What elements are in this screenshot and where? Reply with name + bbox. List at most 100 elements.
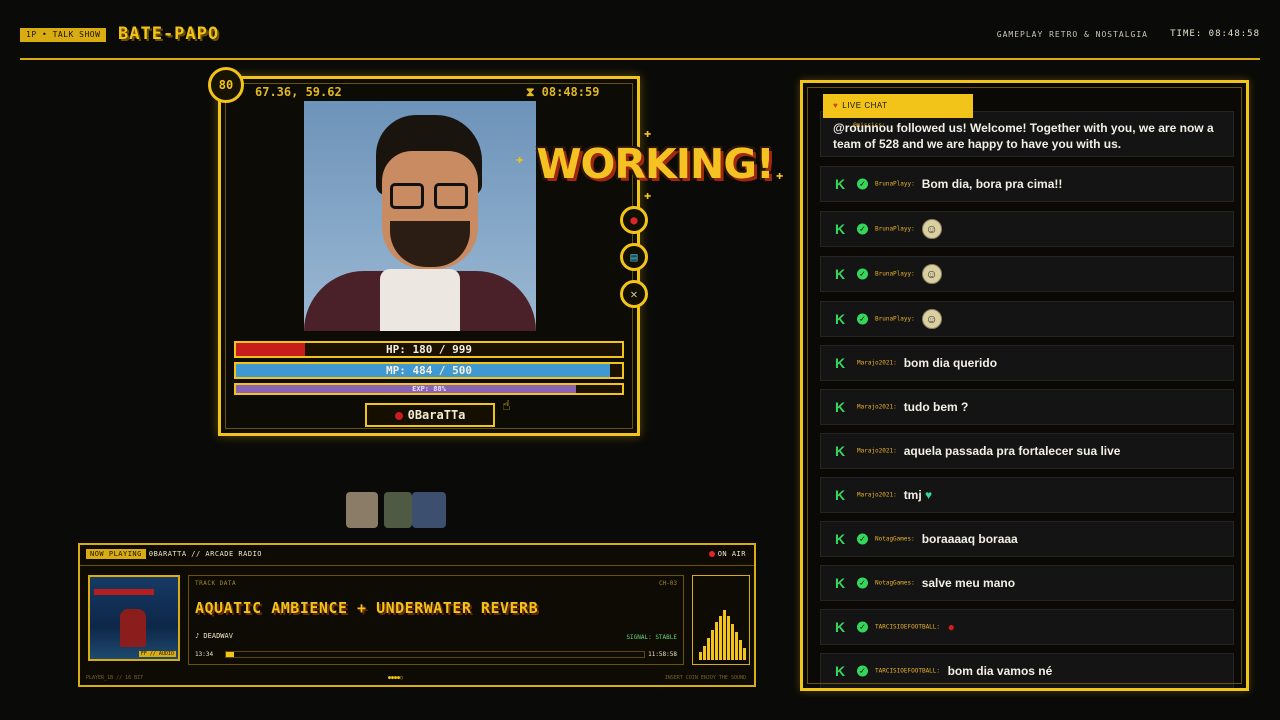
verified-icon: ✓ <box>857 621 868 633</box>
track-data-label: TRACK DATA <box>195 580 237 587</box>
verified-icon: ✓ <box>857 665 868 677</box>
working-banner: WORKING! <box>536 140 774 188</box>
exp-label: EXP: 88% <box>412 385 446 393</box>
chat-username[interactable]: BrunaPlayy: <box>875 226 915 233</box>
sparkle-icon: ✚ <box>644 188 652 202</box>
chat-text-content: tmj <box>903 488 922 502</box>
swords-button[interactable]: ✕ <box>620 280 648 308</box>
progress-fill <box>226 652 235 657</box>
track-artist: ♪ DEADWAV <box>195 632 233 640</box>
chat-text: bom dia querido <box>904 356 997 370</box>
verified-icon: ✓ <box>857 313 868 325</box>
chat-message: K ✓ BrunaPlayy: ☺ <box>820 256 1234 292</box>
chat-username[interactable]: TARCISIOEFOOTBALL: <box>875 668 940 675</box>
chat-username[interactable]: NotagGames: <box>875 580 915 587</box>
status-dot-icon <box>394 411 403 420</box>
verified-icon: ✓ <box>857 268 868 280</box>
chat-panel: ♥ LIVE CHAT @mississ: @rounnou followed us… <box>800 80 1249 691</box>
chat-text-content: tudo bem ? <box>903 400 969 414</box>
equalizer-bar <box>735 632 738 660</box>
kick-icon: K <box>835 399 846 415</box>
radio-header: NOW PLAYING 0BARATTA // ARCADE RADIO <box>86 549 262 559</box>
chat-username[interactable]: TARCISIOEFOOTBALL: <box>875 624 940 631</box>
chat-username[interactable]: BrunaPlayy: <box>875 181 915 188</box>
chat-message: K ✓ TARCISIOEFOOTBALL: bom dia vamos né <box>820 653 1234 688</box>
potion-button[interactable]: ● <box>620 206 648 234</box>
chat-username[interactable]: BrunaPlayy: <box>875 271 915 278</box>
track-info: TRACK DATA CH-03 AQUATIC AMBIENCE + UNDE… <box>188 575 684 665</box>
map-icon: ▤ <box>630 250 638 264</box>
chat-username[interactable]: Marajo2021: <box>857 360 897 367</box>
chat-text-content: aquela passada pra fortalecer sua live <box>903 444 1121 458</box>
chat-username[interactable]: Marajo2021: <box>857 404 897 411</box>
avatar[interactable] <box>384 492 412 528</box>
chat-text-content: salve meu mano <box>921 576 1016 590</box>
equalizer-bar <box>727 616 730 660</box>
kick-icon: K <box>835 619 846 635</box>
chat-text: ☺ <box>921 309 942 329</box>
avatar[interactable] <box>346 492 378 528</box>
kick-icon: K <box>835 311 846 327</box>
equalizer-bar <box>723 610 726 660</box>
kick-icon: K <box>835 487 846 503</box>
chat-message: K ✓ NotagGames: salve meu mano <box>820 565 1234 601</box>
track-title: AQUATIC AMBIENCE + UNDERWATER REVERB <box>195 599 539 617</box>
equalizer-bar <box>719 616 722 660</box>
equalizer-bar <box>703 646 706 660</box>
card-timer: ⧗ 08:48:59 <box>526 85 600 99</box>
map-button[interactable]: ▤ <box>620 243 648 271</box>
on-air-indicator: ON AIR <box>708 550 746 558</box>
equalizer-bar <box>731 624 734 660</box>
avatar[interactable] <box>412 492 446 528</box>
chat-username[interactable]: Marajo2021: <box>857 448 897 455</box>
verified-icon: ✓ <box>857 577 868 589</box>
footer-left: PLAYER_1B // 16 BIT <box>86 675 144 681</box>
chat-username[interactable]: BrunaPlayy: <box>875 316 915 323</box>
chat-text: boraaaaq boraaa <box>922 532 1018 546</box>
equalizer-bar <box>743 648 746 660</box>
footer-dots: ●●●●○ <box>388 675 404 681</box>
chat-text: salve meu mano <box>922 576 1015 590</box>
chat-username[interactable]: NotagGames: <box>875 536 915 543</box>
top-bar: 1P • TALK SHOW BATE-PAPO GAMEPLAY RETRO … <box>20 24 1260 60</box>
coordinates: 67.36, 59.62 <box>255 85 342 99</box>
smile-emote-icon: ☺ <box>921 219 942 239</box>
kick-icon: K <box>835 443 846 459</box>
track-progress[interactable] <box>225 651 645 658</box>
exp-bar: EXP: 88% <box>234 383 624 395</box>
chat-message: K Marajo2021: tudo bem ? <box>820 389 1234 425</box>
live-chat-tab[interactable]: ♥ LIVE CHAT <box>823 94 973 118</box>
chat-text: ☺ <box>921 219 942 239</box>
chat-text: Bom dia, bora pra cima!! <box>922 177 1063 191</box>
show-tag: 1P • TALK SHOW <box>20 28 107 42</box>
streamer-portrait <box>304 101 536 331</box>
chat-text: tmj ♥ <box>904 488 932 502</box>
cover-tag: FF // AUDIO <box>138 651 176 657</box>
chat-text: ☺ <box>921 264 942 284</box>
chat-text-content: Bom dia, bora pra cima!! <box>921 177 1063 191</box>
now-playing-badge: NOW PLAYING <box>86 549 146 559</box>
timer-value: 08:48:59 <box>541 85 600 99</box>
chat-text: tudo bem ? <box>904 400 969 414</box>
equalizer <box>692 575 750 665</box>
time-total: 11:58:58 <box>648 651 677 658</box>
chat-text: bom dia vamos né <box>948 664 1053 678</box>
divider <box>80 565 754 566</box>
kick-icon: K <box>835 575 846 591</box>
chat-text: aquela passada pra fortalecer sua live <box>904 444 1121 458</box>
mp-label: MP: 484 / 500 <box>385 364 473 377</box>
chat-text-content: bom dia querido <box>903 356 998 370</box>
crossed-swords-icon: ✕ <box>630 287 638 301</box>
equalizer-bar <box>699 652 702 660</box>
chat-message: K ✓ NotagGames: boraaaaq boraaa <box>820 521 1234 557</box>
sparkle-icon: ✚ <box>776 168 784 182</box>
green-heart-icon: ♥ <box>921 488 933 502</box>
player-nameplate: 0BaraTTa <box>365 403 495 427</box>
level-badge: 80 <box>208 67 244 103</box>
footer-right: INSERT COIN ENJOY THE SOUND <box>664 675 746 681</box>
chat-username[interactable]: Marajo2021: <box>857 492 897 499</box>
hp-bar: HP: 180 / 999 <box>234 341 624 358</box>
equalizer-bar <box>711 630 714 660</box>
stream-subtitle: GAMEPLAY RETRO & NOSTALGIA <box>996 30 1148 39</box>
mp-bar: MP: 484 / 500 <box>234 362 624 379</box>
